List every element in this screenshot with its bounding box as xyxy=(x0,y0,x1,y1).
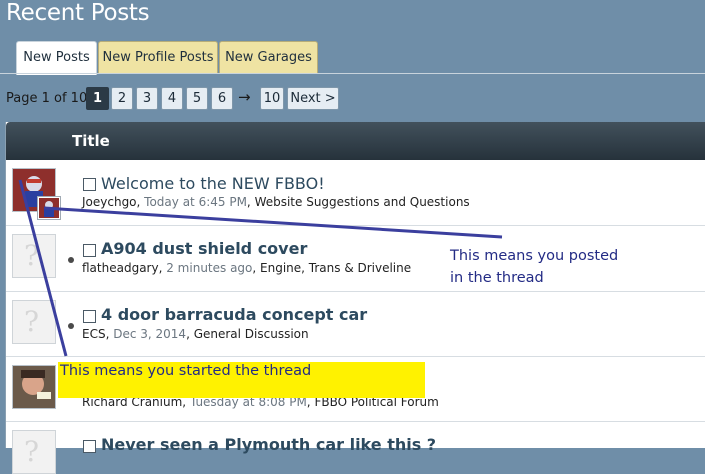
avatar-placeholder[interactable]: ? xyxy=(12,300,56,344)
thread-title-link[interactable]: 4 door barracuda concept car xyxy=(101,305,367,324)
thread-checkbox[interactable] xyxy=(83,244,96,257)
posted-thread-note: This means you posted in the thread xyxy=(450,248,619,286)
thread-meta: ECS, Dec 3, 2014, General Discussion xyxy=(82,327,309,341)
thread-meta: flatheadgary, 2 minutes ago, Engine, Tra… xyxy=(82,261,412,275)
started-thread-note: This means you started the thread xyxy=(60,363,312,379)
thread-meta: Joeychgo, Today at 6:45 PM, Website Sugg… xyxy=(82,195,470,209)
thread-author[interactable]: ECS xyxy=(82,327,106,341)
tab-divider xyxy=(0,73,705,74)
thread-time: Dec 3, 2014 xyxy=(113,327,187,341)
page-1-button[interactable]: 1 xyxy=(86,87,109,110)
thread-author[interactable]: Joeychgo xyxy=(82,195,137,209)
page-10-button[interactable]: 10 xyxy=(260,87,284,110)
thread-row: Welcome to the NEW FBBO! Joeychgo, Today… xyxy=(6,160,705,226)
thread-row: ? Never seen a Plymouth car like this ? xyxy=(6,422,705,474)
unread-dot-icon xyxy=(68,257,74,263)
page-5-button[interactable]: 5 xyxy=(186,87,208,110)
page-indicator: Page 1 of 10 xyxy=(6,91,88,106)
unread-dot-icon xyxy=(68,323,74,329)
thread-title-link[interactable]: A904 dust shield cover xyxy=(101,239,307,258)
thread-time: Today at 6:45 PM xyxy=(144,195,247,209)
thread-forum[interactable]: General Discussion xyxy=(194,327,309,341)
avatar-placeholder[interactable]: ? xyxy=(12,430,56,474)
thread-forum[interactable]: Engine, Trans & Driveline xyxy=(260,261,411,275)
thread-time: 2 minutes ago xyxy=(166,261,253,275)
column-title-header[interactable]: Title xyxy=(72,132,110,150)
tab-new-garages[interactable]: New Garages xyxy=(219,41,318,73)
avatar-image xyxy=(13,366,55,408)
thread-checkbox[interactable] xyxy=(83,310,96,323)
tab-new-profile-posts[interactable]: New Profile Posts xyxy=(98,41,218,73)
mini-avatar xyxy=(38,197,60,219)
page-3-button[interactable]: 3 xyxy=(136,87,158,110)
avatar-placeholder[interactable]: ? xyxy=(12,234,56,278)
thread-forum[interactable]: Website Suggestions and Questions xyxy=(255,195,470,209)
thread-row: ? 4 door barracuda concept car ECS, Dec … xyxy=(6,292,705,357)
page-2-button[interactable]: 2 xyxy=(111,87,133,110)
thread-title-link[interactable]: Never seen a Plymouth car like this ? xyxy=(101,435,436,454)
avatar[interactable] xyxy=(12,365,56,409)
page-4-button[interactable]: 4 xyxy=(161,87,183,110)
page-6-button[interactable]: 6 xyxy=(211,87,233,110)
tab-new-posts[interactable]: New Posts xyxy=(16,41,97,75)
thread-title-link[interactable]: Welcome to the NEW FBBO! xyxy=(101,174,325,193)
page-title: Recent Posts xyxy=(6,0,150,26)
next-page-button[interactable]: Next > xyxy=(287,87,339,110)
thread-checkbox[interactable] xyxy=(83,440,96,453)
thread-checkbox[interactable] xyxy=(83,178,96,191)
list-header: Title xyxy=(6,122,705,160)
thread-author[interactable]: flatheadgary xyxy=(82,261,159,275)
page-gap-arrow: → xyxy=(238,88,251,106)
